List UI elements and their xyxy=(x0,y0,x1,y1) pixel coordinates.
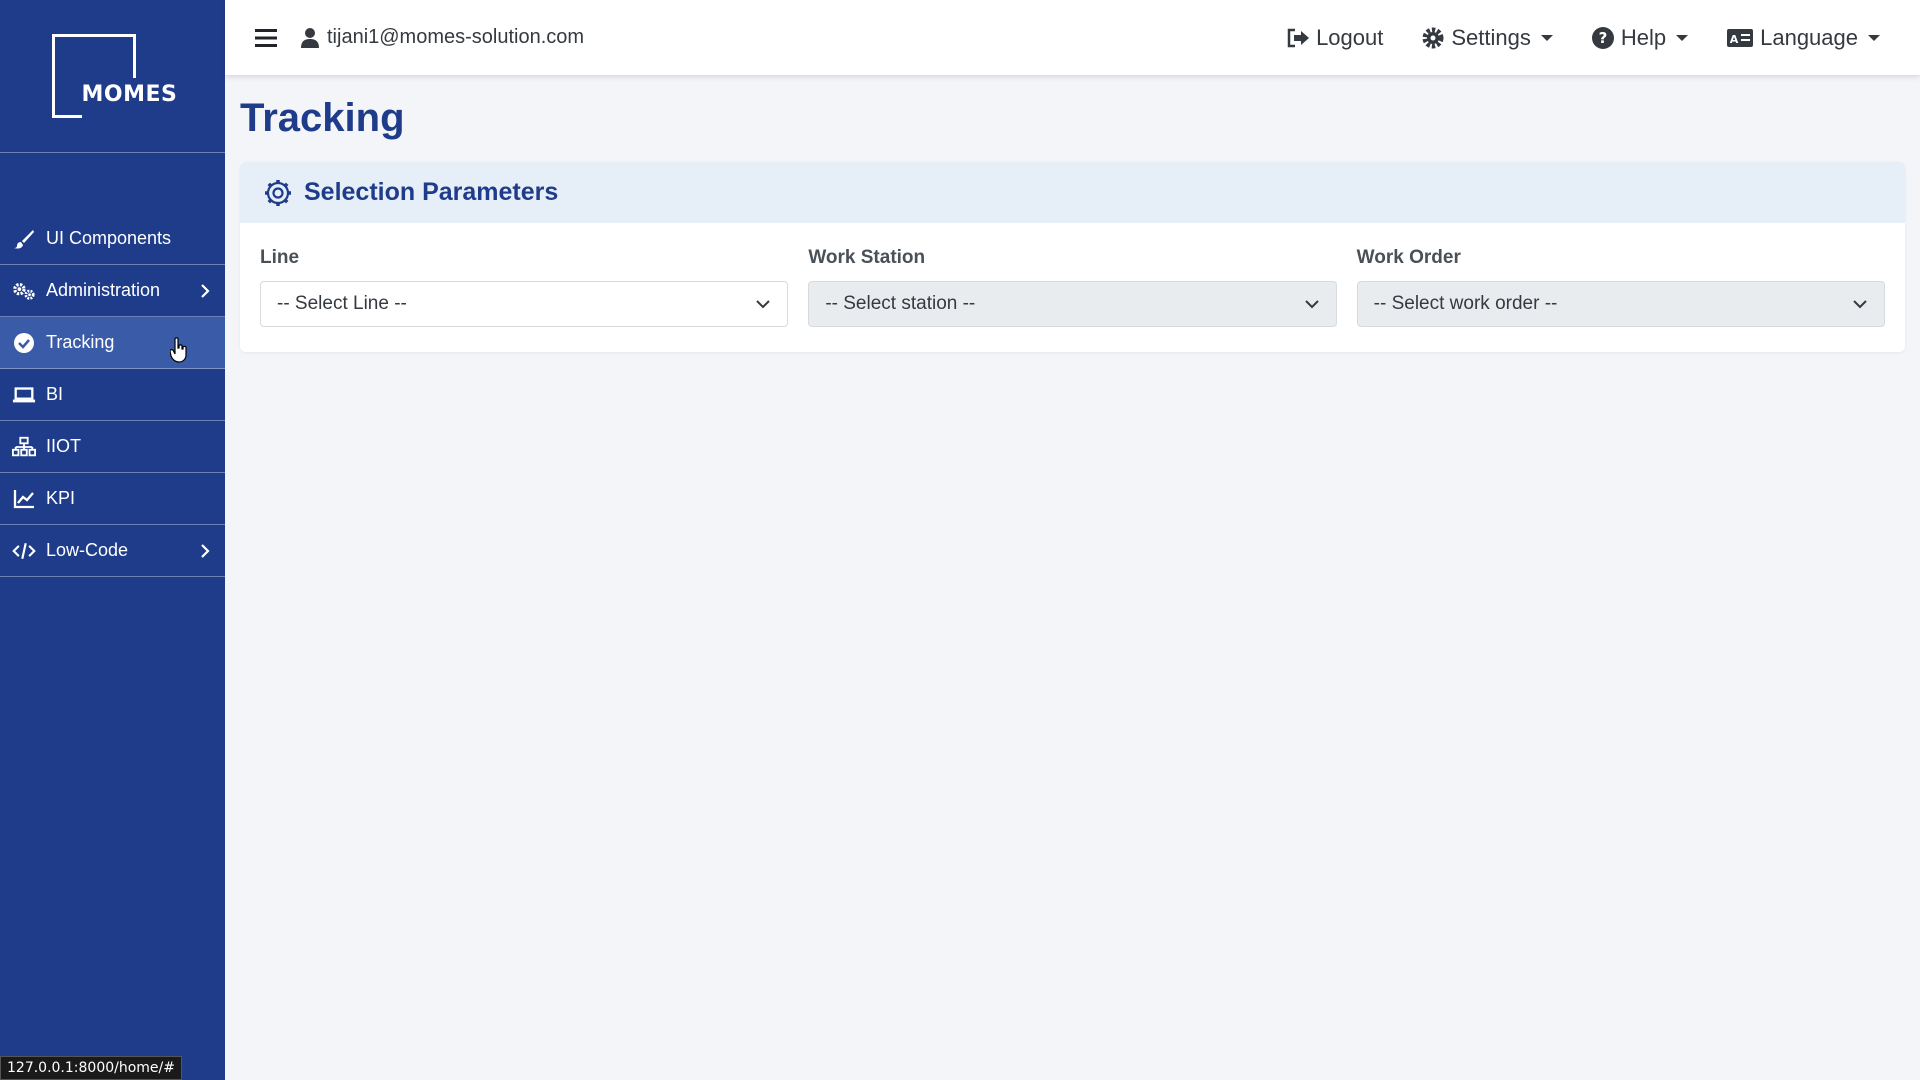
sidebar-item-bi[interactable]: BI xyxy=(0,369,225,421)
line-label: Line xyxy=(260,247,300,268)
sidebar-item-label: KPI xyxy=(46,488,76,508)
work-order-select[interactable]: -- Select work order -- xyxy=(1356,281,1885,327)
user-info: tijani1@momes-solution.com xyxy=(301,26,584,49)
help-icon: ? xyxy=(1591,26,1614,49)
line-chart-icon xyxy=(12,488,36,510)
chevron-right-icon xyxy=(201,283,210,298)
chevron-right-icon xyxy=(201,543,210,558)
check-circle-icon xyxy=(12,332,36,354)
sidebar-item-label: UI Components xyxy=(46,228,172,248)
code-icon xyxy=(12,540,36,562)
logout-button[interactable]: Logout xyxy=(1286,25,1383,51)
caret-down-icon xyxy=(1676,34,1689,41)
work-station-select[interactable]: -- Select station -- xyxy=(808,281,1337,327)
sidebar-item-kpi[interactable]: KPI xyxy=(0,473,225,525)
logo-area: MOMES xyxy=(0,0,225,153)
line-select[interactable]: -- Select Line -- xyxy=(260,281,789,327)
work-order-label: Work Order xyxy=(1356,247,1461,268)
card-header: Selection Parameters xyxy=(240,162,1905,223)
sidebar-item-low-code[interactable]: Low-Code xyxy=(0,525,225,577)
caret-down-icon xyxy=(1540,34,1553,41)
work-order-field: Work Order -- Select work order -- xyxy=(1356,247,1885,327)
user-email: tijani1@momes-solution.com xyxy=(327,26,585,48)
sidebar-item-iiot[interactable]: IIOT xyxy=(0,421,225,473)
laptop-icon xyxy=(12,384,36,406)
gear-icon xyxy=(1422,27,1444,48)
network-icon xyxy=(12,436,36,458)
chevron-down-icon xyxy=(756,300,771,309)
hand-cursor-icon xyxy=(170,337,187,363)
status-bar-url: 127.0.0.1:8000/home/# xyxy=(0,1056,182,1080)
page-title: Tracking xyxy=(240,96,405,140)
help-label: Help xyxy=(1620,24,1667,50)
work-station-select-value: -- Select station -- xyxy=(825,293,976,314)
language-dropdown[interactable]: A Language xyxy=(1726,25,1880,51)
logo-text: MOMES xyxy=(81,82,178,107)
card-title: Selection Parameters xyxy=(304,178,559,206)
line-select-value: -- Select Line -- xyxy=(277,293,407,314)
logout-icon xyxy=(1287,28,1310,47)
sidebar: MOMES UI Components Administration Track… xyxy=(0,0,225,1080)
hamburger-menu-icon[interactable] xyxy=(255,28,277,47)
chevron-down-icon xyxy=(1304,300,1319,309)
user-icon xyxy=(301,27,319,48)
sidebar-item-label: BI xyxy=(46,384,64,404)
chevron-down-icon xyxy=(1853,300,1867,309)
language-icon: A xyxy=(1727,28,1754,47)
logout-label: Logout xyxy=(1316,24,1384,50)
svg-text:A: A xyxy=(1730,33,1739,46)
sidebar-item-ui-components[interactable]: UI Components xyxy=(0,213,225,265)
card-body: Line -- Select Line -- Work Station -- S… xyxy=(240,223,1905,327)
sidebar-item-label: IIOT xyxy=(46,436,81,456)
selection-parameters-card: Selection Parameters Line -- Select Line… xyxy=(240,162,1905,352)
sidebar-item-label: Low-Code xyxy=(46,540,129,560)
line-field: Line -- Select Line -- xyxy=(260,247,789,327)
help-dropdown[interactable]: ? Help xyxy=(1591,24,1689,51)
sidebar-nav: UI Components Administration Tracking BI xyxy=(0,213,225,577)
gear-outline-icon xyxy=(265,179,291,206)
work-station-label: Work Station xyxy=(808,247,926,268)
sidebar-item-tracking[interactable]: Tracking xyxy=(0,317,225,369)
brush-icon xyxy=(12,228,36,250)
top-navbar: tijani1@momes-solution.com Logout Settin… xyxy=(225,0,1920,75)
svg-text:?: ? xyxy=(1599,29,1608,47)
gears-icon xyxy=(12,280,36,302)
settings-label: Settings xyxy=(1451,24,1531,50)
language-label: Language xyxy=(1760,24,1858,50)
sidebar-item-administration[interactable]: Administration xyxy=(0,265,225,317)
sidebar-item-label: Administration xyxy=(46,280,161,300)
momes-logo[interactable]: MOMES xyxy=(51,34,177,118)
work-order-select-value: -- Select work order -- xyxy=(1373,293,1558,314)
caret-down-icon xyxy=(1868,34,1880,41)
settings-dropdown[interactable]: Settings xyxy=(1421,25,1553,51)
work-station-field: Work Station -- Select station -- xyxy=(808,247,1337,327)
